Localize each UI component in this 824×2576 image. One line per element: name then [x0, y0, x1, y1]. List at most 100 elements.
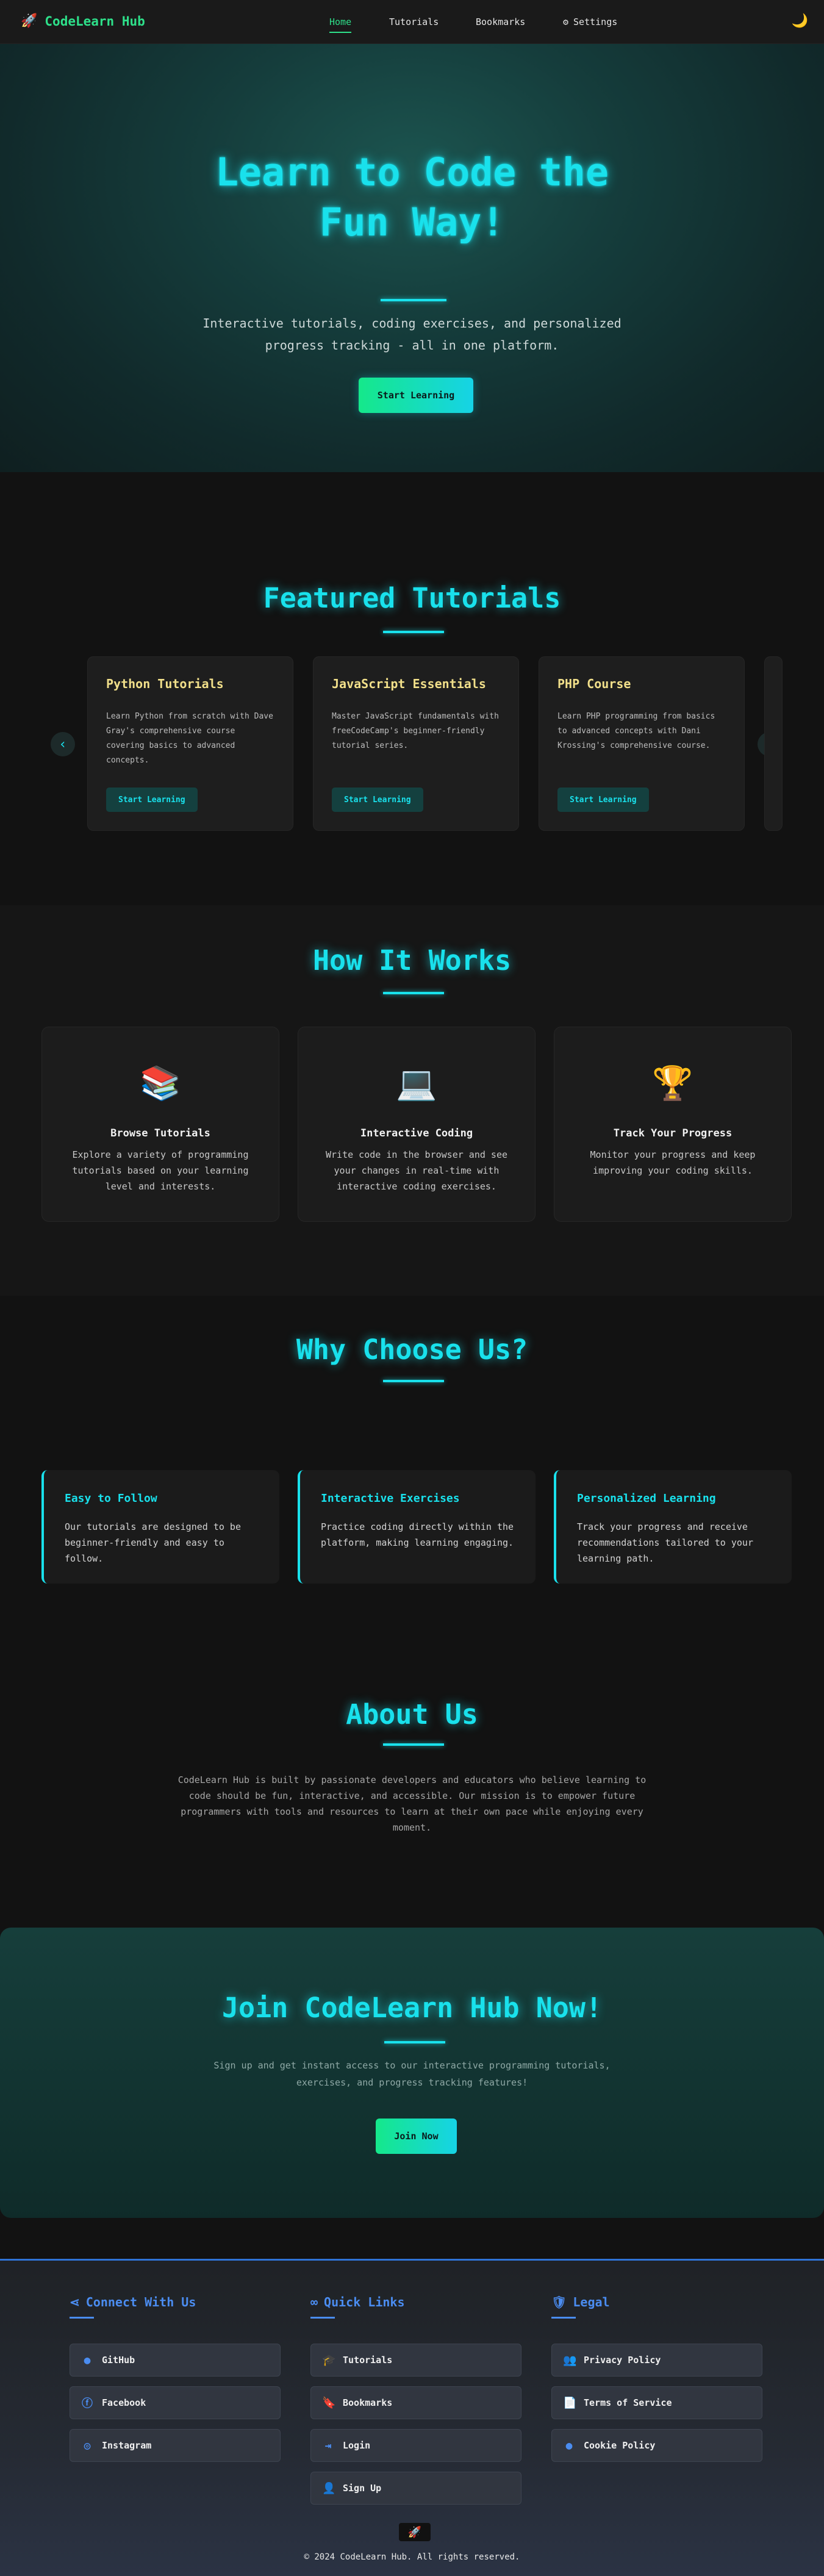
- tutorial-card-title: PHP Course: [557, 676, 631, 691]
- github-label: GitHub: [102, 2355, 135, 2366]
- quick-links-underline: [310, 2317, 335, 2319]
- cookie-icon: ●: [565, 2439, 573, 2452]
- how-card: 🏆 Track Your Progress Monitor your progr…: [554, 1027, 792, 1222]
- facebook-link[interactable]: ⓕ Facebook: [70, 2386, 281, 2419]
- nav-tutorials[interactable]: Tutorials: [389, 15, 439, 29]
- footer: ⋖ Connect With Us ● GitHub ⓕ Facebook ◎ Inst…: [0, 2259, 824, 2576]
- footer-quick-links: ∞ Quick Links 🎓 Tutorials 🔖 Bookmarks ⇥ Logi…: [310, 2295, 521, 2505]
- connect-heading-label: Connect With Us: [85, 2295, 196, 2309]
- why-card-title: Easy to Follow: [65, 1492, 157, 1505]
- legal-underline: [551, 2317, 576, 2319]
- why-card: Personalized Learning Track your progres…: [554, 1470, 792, 1584]
- about-text: CodeLearn Hub is built by passionate dev…: [177, 1774, 647, 1833]
- terms-link[interactable]: 📄 Terms of Service: [551, 2386, 762, 2419]
- document-icon: 📄: [563, 2396, 577, 2409]
- moon-icon[interactable]: 🌙: [792, 13, 808, 29]
- footer-signup-link[interactable]: 👤 Sign Up: [310, 2472, 521, 2505]
- nav-settings-label: Settings: [573, 16, 618, 27]
- hero-title-line1: Learn to Code the: [215, 150, 609, 195]
- instagram-link[interactable]: ◎ Instagram: [70, 2429, 281, 2462]
- instagram-label: Instagram: [102, 2440, 152, 2451]
- quick-links-heading-label: Quick Links: [324, 2295, 405, 2309]
- facebook-icon: ⓕ: [82, 2397, 93, 2410]
- why-card-title: Interactive Exercises: [321, 1492, 460, 1505]
- about-underline: [383, 1743, 444, 1746]
- how-card-desc: Write code in the browser and see your c…: [325, 1149, 507, 1192]
- footer-tutorials-link[interactable]: 🎓 Tutorials: [310, 2344, 521, 2377]
- footer-bookmarks-link[interactable]: 🔖 Bookmarks: [310, 2386, 521, 2419]
- why-card-desc: Our tutorials are designed to be beginne…: [65, 1521, 241, 1564]
- connect-underline: [70, 2317, 94, 2319]
- login-icon: ⇥: [324, 2439, 332, 2452]
- footer-legal: 🛡 Legal 👥 Privacy Policy 📄 Terms of Service…: [551, 2295, 762, 2462]
- legal-heading: 🛡 Legal: [551, 2295, 762, 2309]
- laptop-icon: 💻: [396, 1064, 437, 1102]
- share-icon: ⋖: [70, 2295, 80, 2309]
- copyright: © 2024 CodeLearn Hub. All rights reserve…: [304, 2552, 520, 2562]
- footer-connect: ⋖ Connect With Us ● GitHub ⓕ Facebook ◎ Inst…: [70, 2295, 281, 2462]
- cookie-policy-label: Cookie Policy: [584, 2440, 656, 2451]
- connect-heading: ⋖ Connect With Us: [70, 2295, 281, 2309]
- cookie-policy-link[interactable]: ● Cookie Policy: [551, 2429, 762, 2462]
- start-learning-button[interactable]: Start Learning: [359, 378, 473, 413]
- privacy-policy-label: Privacy Policy: [584, 2355, 661, 2366]
- tutorial-start-button[interactable]: Start Learning: [332, 788, 423, 812]
- how-card: 💻 Interactive Coding Write code in the b…: [298, 1027, 536, 1222]
- rocket-icon: 🚀: [21, 13, 38, 29]
- facebook-label: Facebook: [102, 2397, 146, 2408]
- how-underline: [383, 992, 444, 994]
- quick-links-heading: ∞ Quick Links: [310, 2295, 521, 2309]
- featured-title: Featured Tutorials: [263, 582, 561, 614]
- tutorial-start-button[interactable]: Start Learning: [557, 788, 649, 812]
- nav-home[interactable]: Home: [329, 15, 352, 33]
- github-icon: ●: [84, 2353, 91, 2367]
- join-now-button[interactable]: Join Now: [376, 2119, 457, 2154]
- tutorial-card-desc: Master JavaScript fundamentals with free…: [332, 712, 499, 750]
- footer-login-link[interactable]: ⇥ Login: [310, 2429, 521, 2462]
- footer-bookmarks-label: Bookmarks: [343, 2397, 393, 2408]
- nav-bookmarks[interactable]: Bookmarks: [476, 15, 525, 29]
- join-underline: [384, 2041, 445, 2043]
- why-card: Interactive Exercises Practice coding di…: [298, 1470, 536, 1584]
- hero-title: Learn to Code the Fun Way!: [0, 148, 824, 248]
- how-title: How It Works: [312, 944, 512, 977]
- how-card-title: Browse Tutorials: [110, 1127, 210, 1139]
- how-card-title: Track Your Progress: [613, 1127, 733, 1139]
- hero-underline: [381, 299, 446, 301]
- tutorial-card-title: JavaScript Essentials: [332, 676, 486, 691]
- tutorial-start-button[interactable]: Start Learning: [106, 788, 198, 812]
- top-nav: 🚀 CodeLearn Hub Home Tutorials Bookmarks…: [0, 0, 824, 44]
- why-underline: [383, 1380, 444, 1382]
- footer-tutorials-label: Tutorials: [343, 2355, 393, 2366]
- nav-settings[interactable]: ⚙ Settings: [563, 15, 617, 29]
- how-card: 📚 Browse Tutorials Explore a variety of …: [41, 1027, 279, 1222]
- how-card-desc: Explore a variety of programming tutoria…: [72, 1149, 249, 1192]
- brand[interactable]: 🚀 CodeLearn Hub: [21, 13, 145, 29]
- how-card-title: Interactive Coding: [360, 1127, 473, 1139]
- join-section: Join CodeLearn Hub Now! Sign up and get …: [0, 1928, 824, 2218]
- graduation-cap-icon: 🎓: [322, 2353, 336, 2367]
- terms-label: Terms of Service: [584, 2397, 672, 2408]
- join-title: Join CodeLearn Hub Now!: [221, 1992, 603, 2024]
- bookmark-icon: 🔖: [322, 2396, 336, 2409]
- instagram-icon: ◎: [84, 2439, 91, 2452]
- tutorial-card: PHP Course Learn PHP programming from ba…: [539, 656, 745, 831]
- hero-subtitle: Interactive tutorials, coding exercises,…: [202, 316, 622, 353]
- github-link[interactable]: ● GitHub: [70, 2344, 281, 2377]
- hero-title-line2: Fun Way!: [319, 200, 505, 245]
- legal-heading-label: Legal: [573, 2295, 610, 2309]
- why-card-desc: Track your progress and receive recommen…: [577, 1521, 753, 1564]
- hero: Learn to Code the Fun Way! Interactive t…: [0, 44, 824, 472]
- tutorial-card: JavaScript Essentials Master JavaScript …: [313, 656, 519, 831]
- carousel-prev-button[interactable]: ‹: [51, 732, 75, 756]
- tutorial-card-partial: [764, 656, 783, 831]
- privacy-policy-link[interactable]: 👥 Privacy Policy: [551, 2344, 762, 2377]
- gear-icon: ⚙: [563, 16, 569, 27]
- why-card-desc: Practice coding directly within the plat…: [321, 1521, 514, 1548]
- footer-rocket-icon: 🚀: [399, 2523, 431, 2541]
- footer-signup-label: Sign Up: [343, 2483, 382, 2494]
- tutorial-card-title: Python Tutorials: [106, 676, 224, 691]
- why-card: Easy to Follow Our tutorials are designe…: [41, 1470, 279, 1584]
- why-title: Why Choose Us?: [296, 1333, 528, 1366]
- shield-icon: 🛡: [551, 2295, 567, 2309]
